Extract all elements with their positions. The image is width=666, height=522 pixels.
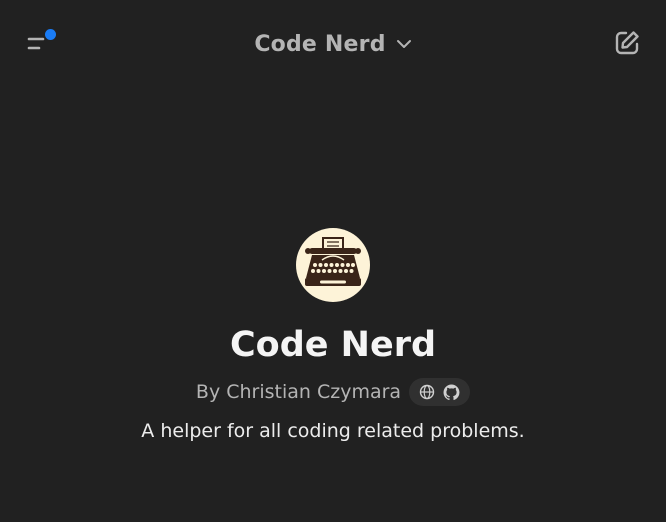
author-line: By Christian Czymara <box>195 378 471 406</box>
chevron-down-icon <box>396 40 411 48</box>
gpt-name: Code Nerd <box>229 325 437 365</box>
author-name: By Christian Czymara <box>195 381 402 403</box>
new-chat-edit-icon <box>615 31 639 55</box>
gpt-profile: Code Nerd By Christian Czymara A helper … <box>0 228 666 442</box>
gpt-avatar <box>296 228 370 302</box>
top-header: Code Nerd <box>0 0 666 88</box>
notification-dot <box>45 29 56 40</box>
model-name: Code Nerd <box>254 31 386 57</box>
app-window: Code Nerd Code Nerd By Christian Czymara… <box>0 0 666 522</box>
typewriter-icon <box>305 237 361 286</box>
github-icon[interactable] <box>443 384 460 401</box>
model-selector-button[interactable]: Code Nerd <box>246 30 419 59</box>
sidebar-toggle-button[interactable] <box>20 24 64 64</box>
author-links <box>409 378 471 406</box>
gpt-description: A helper for all coding related problems… <box>141 420 525 442</box>
new-chat-button[interactable] <box>606 24 648 64</box>
globe-icon[interactable] <box>419 384 435 400</box>
